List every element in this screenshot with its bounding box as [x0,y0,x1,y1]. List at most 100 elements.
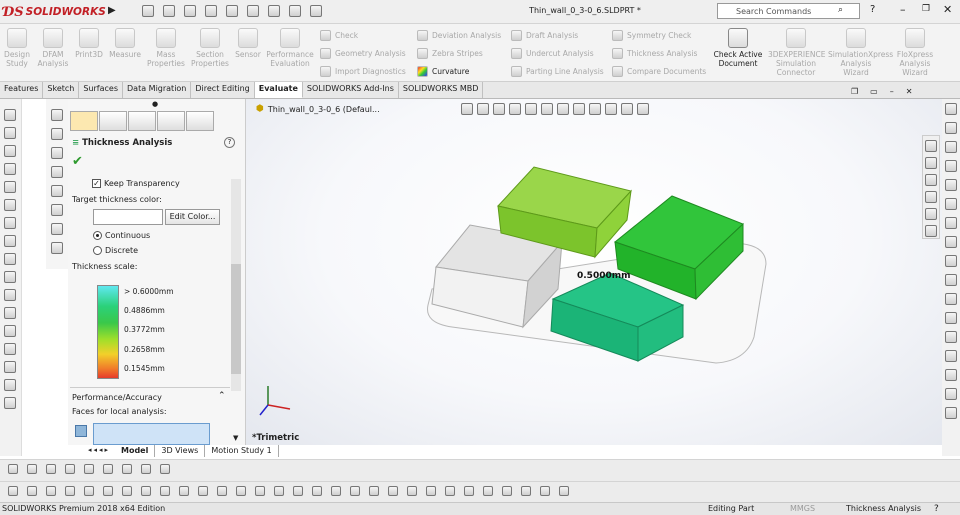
tool-icon[interactable] [27,486,37,496]
dimxpert-tab[interactable] [157,111,185,131]
tool-icon[interactable] [4,379,16,391]
print-icon[interactable] [205,5,217,17]
tool-icon[interactable] [426,486,436,496]
tab-model[interactable]: Model [115,445,156,457]
tool-icon[interactable] [51,223,63,235]
new-icon[interactable] [142,5,154,17]
symmetry-check-button[interactable]: Symmetry Check [612,29,691,42]
home-icon[interactable] [925,140,937,152]
tool-icon[interactable] [4,217,16,229]
scroll-down-icon[interactable]: ▼ [233,434,238,442]
tool-icon[interactable] [4,145,16,157]
scrollbar[interactable] [231,179,241,391]
tool-icon[interactable] [945,274,957,286]
tool-icon[interactable] [51,109,63,121]
tool-icon[interactable] [122,464,132,474]
help-icon[interactable]: ? [224,137,235,148]
tool-icon[interactable] [945,331,957,343]
scrollbar-thumb[interactable] [231,264,241,374]
tab-3d-views[interactable]: 3D Views [155,445,206,457]
undercut-analysis-button[interactable]: Undercut Analysis [511,47,594,60]
tool-icon[interactable] [217,486,227,496]
configuration-manager-tab[interactable] [128,111,156,131]
collapse-handle-icon[interactable]: ● [152,100,158,108]
tool-icon[interactable] [521,486,531,496]
tool-icon[interactable] [945,312,957,324]
tab-solidworks-mbd[interactable]: SOLIDWORKS MBD [399,82,484,98]
view-palette-icon[interactable] [925,191,937,203]
check-button[interactable]: Check [320,29,358,42]
tool-icon[interactable] [65,486,75,496]
import-diagnostics-button[interactable]: Import Diagnostics [320,65,406,78]
faces-selection-box[interactable] [93,423,210,445]
tool-icon[interactable] [255,486,265,496]
tool-icon[interactable] [51,242,63,254]
tool-icon[interactable] [141,464,151,474]
tool-icon[interactable] [502,486,512,496]
sensor-button[interactable]: Sensor [232,26,264,59]
tool-icon[interactable] [51,147,63,159]
tool-icon[interactable] [945,103,957,115]
tool-icon[interactable] [4,271,16,283]
floxpress-button[interactable]: FloXpress Analysis Wizard [888,26,942,77]
tool-icon[interactable] [945,141,957,153]
units-label[interactable]: MMGS [790,503,815,515]
display-manager-tab[interactable] [186,111,214,131]
restore-icon[interactable]: ❐ [922,4,930,14]
tool-icon[interactable] [945,388,957,400]
tool-icon[interactable] [945,255,957,267]
discrete-radio[interactable]: Discrete [93,246,138,255]
compare-documents-button[interactable]: Compare Documents [612,65,706,78]
file-explorer-icon[interactable] [925,174,937,186]
tool-icon[interactable] [293,486,303,496]
tool-icon[interactable] [945,198,957,210]
tab-solidworks-add-ins[interactable]: SOLIDWORKS Add-Ins [303,82,399,98]
tool-icon[interactable] [540,486,550,496]
tool-icon[interactable] [4,253,16,265]
performance-accuracy-header[interactable]: Performance/Accuracy [72,393,162,402]
tool-icon[interactable] [4,181,16,193]
zebra-stripes-button[interactable]: Zebra Stripes [417,47,483,60]
design-study-button[interactable]: Design Study [2,26,32,68]
deviation-analysis-button[interactable]: Deviation Analysis [417,29,501,42]
tool-icon[interactable] [369,486,379,496]
geometry-analysis-button[interactable]: Geometry Analysis [320,47,406,60]
tool-icon[interactable] [27,464,37,474]
tab-data-migration[interactable]: Data Migration [123,82,192,98]
curvature-button[interactable]: Curvature [417,65,469,78]
tool-icon[interactable] [46,486,56,496]
simulationxpress-button[interactable]: SimulationXpress Analysis Wizard [828,26,893,77]
tab-motion-study-1[interactable]: Motion Study 1 [205,445,279,457]
tool-icon[interactable] [464,486,474,496]
select-icon[interactable] [247,5,259,17]
tool-icon[interactable] [945,179,957,191]
tool-icon[interactable] [198,486,208,496]
tool-icon[interactable] [65,464,75,474]
menu-expand-icon[interactable]: ▶ [108,5,116,16]
tool-icon[interactable] [122,486,132,496]
tool-icon[interactable] [274,486,284,496]
print3d-button[interactable]: Print3D [72,26,106,59]
search-icon[interactable]: ⌕ [838,5,843,15]
draft-analysis-button[interactable]: Draft Analysis [511,29,578,42]
tab-features[interactable]: Features [0,82,44,98]
collapse-chevron-icon[interactable]: ⌃ [218,391,226,401]
restore-icon[interactable]: ❐ [851,87,858,96]
check-active-document-button[interactable]: Check Active Document [710,26,766,68]
tool-icon[interactable] [4,289,16,301]
tab-evaluate[interactable]: Evaluate [254,82,303,98]
tool-icon[interactable] [312,486,322,496]
edit-color-button[interactable]: Edit Color... [165,209,220,225]
tool-icon[interactable] [388,486,398,496]
section-properties-button[interactable]: Section Properties [189,26,231,68]
tool-icon[interactable] [236,486,246,496]
custom-properties-icon[interactable] [925,225,937,237]
save-icon[interactable] [184,5,196,17]
open-icon[interactable] [163,5,175,17]
tool-icon[interactable] [4,235,16,247]
continuous-radio[interactable]: Continuous [93,231,150,240]
tool-icon[interactable] [103,464,113,474]
tool-icon[interactable] [350,486,360,496]
tool-icon[interactable] [46,464,56,474]
close-icon[interactable]: ✕ [943,3,952,16]
